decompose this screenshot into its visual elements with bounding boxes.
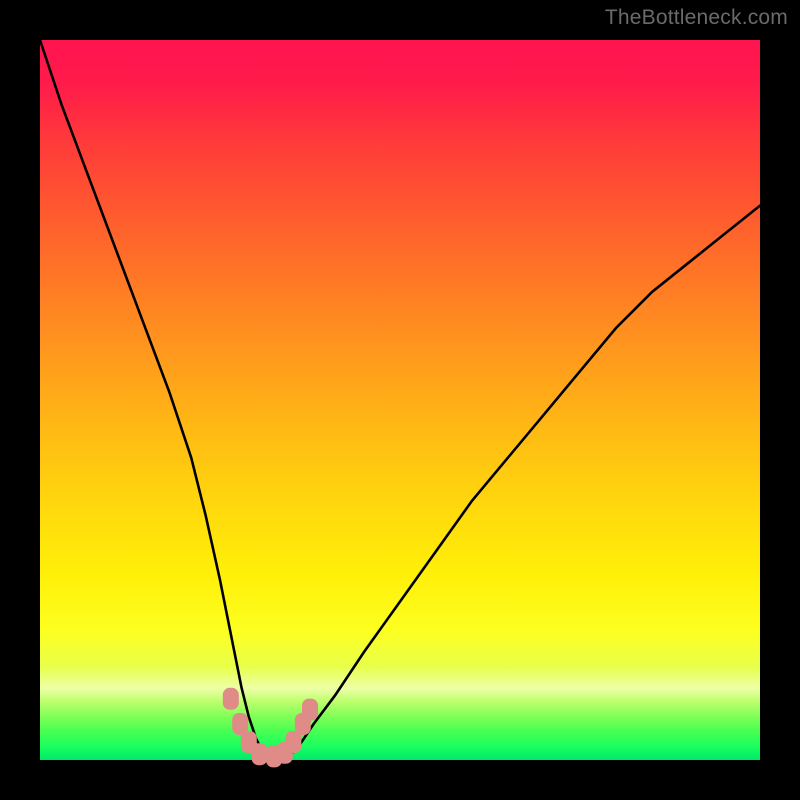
curve-marker [302, 699, 318, 721]
watermark-text: TheBottleneck.com [605, 6, 788, 30]
plot-area [40, 40, 760, 760]
bottleneck-curve [40, 40, 760, 760]
curve-marker [223, 688, 239, 710]
curve-layer [40, 40, 760, 760]
curve-marker [252, 743, 268, 765]
chart-frame: TheBottleneck.com [0, 0, 800, 800]
marker-group [223, 688, 318, 768]
